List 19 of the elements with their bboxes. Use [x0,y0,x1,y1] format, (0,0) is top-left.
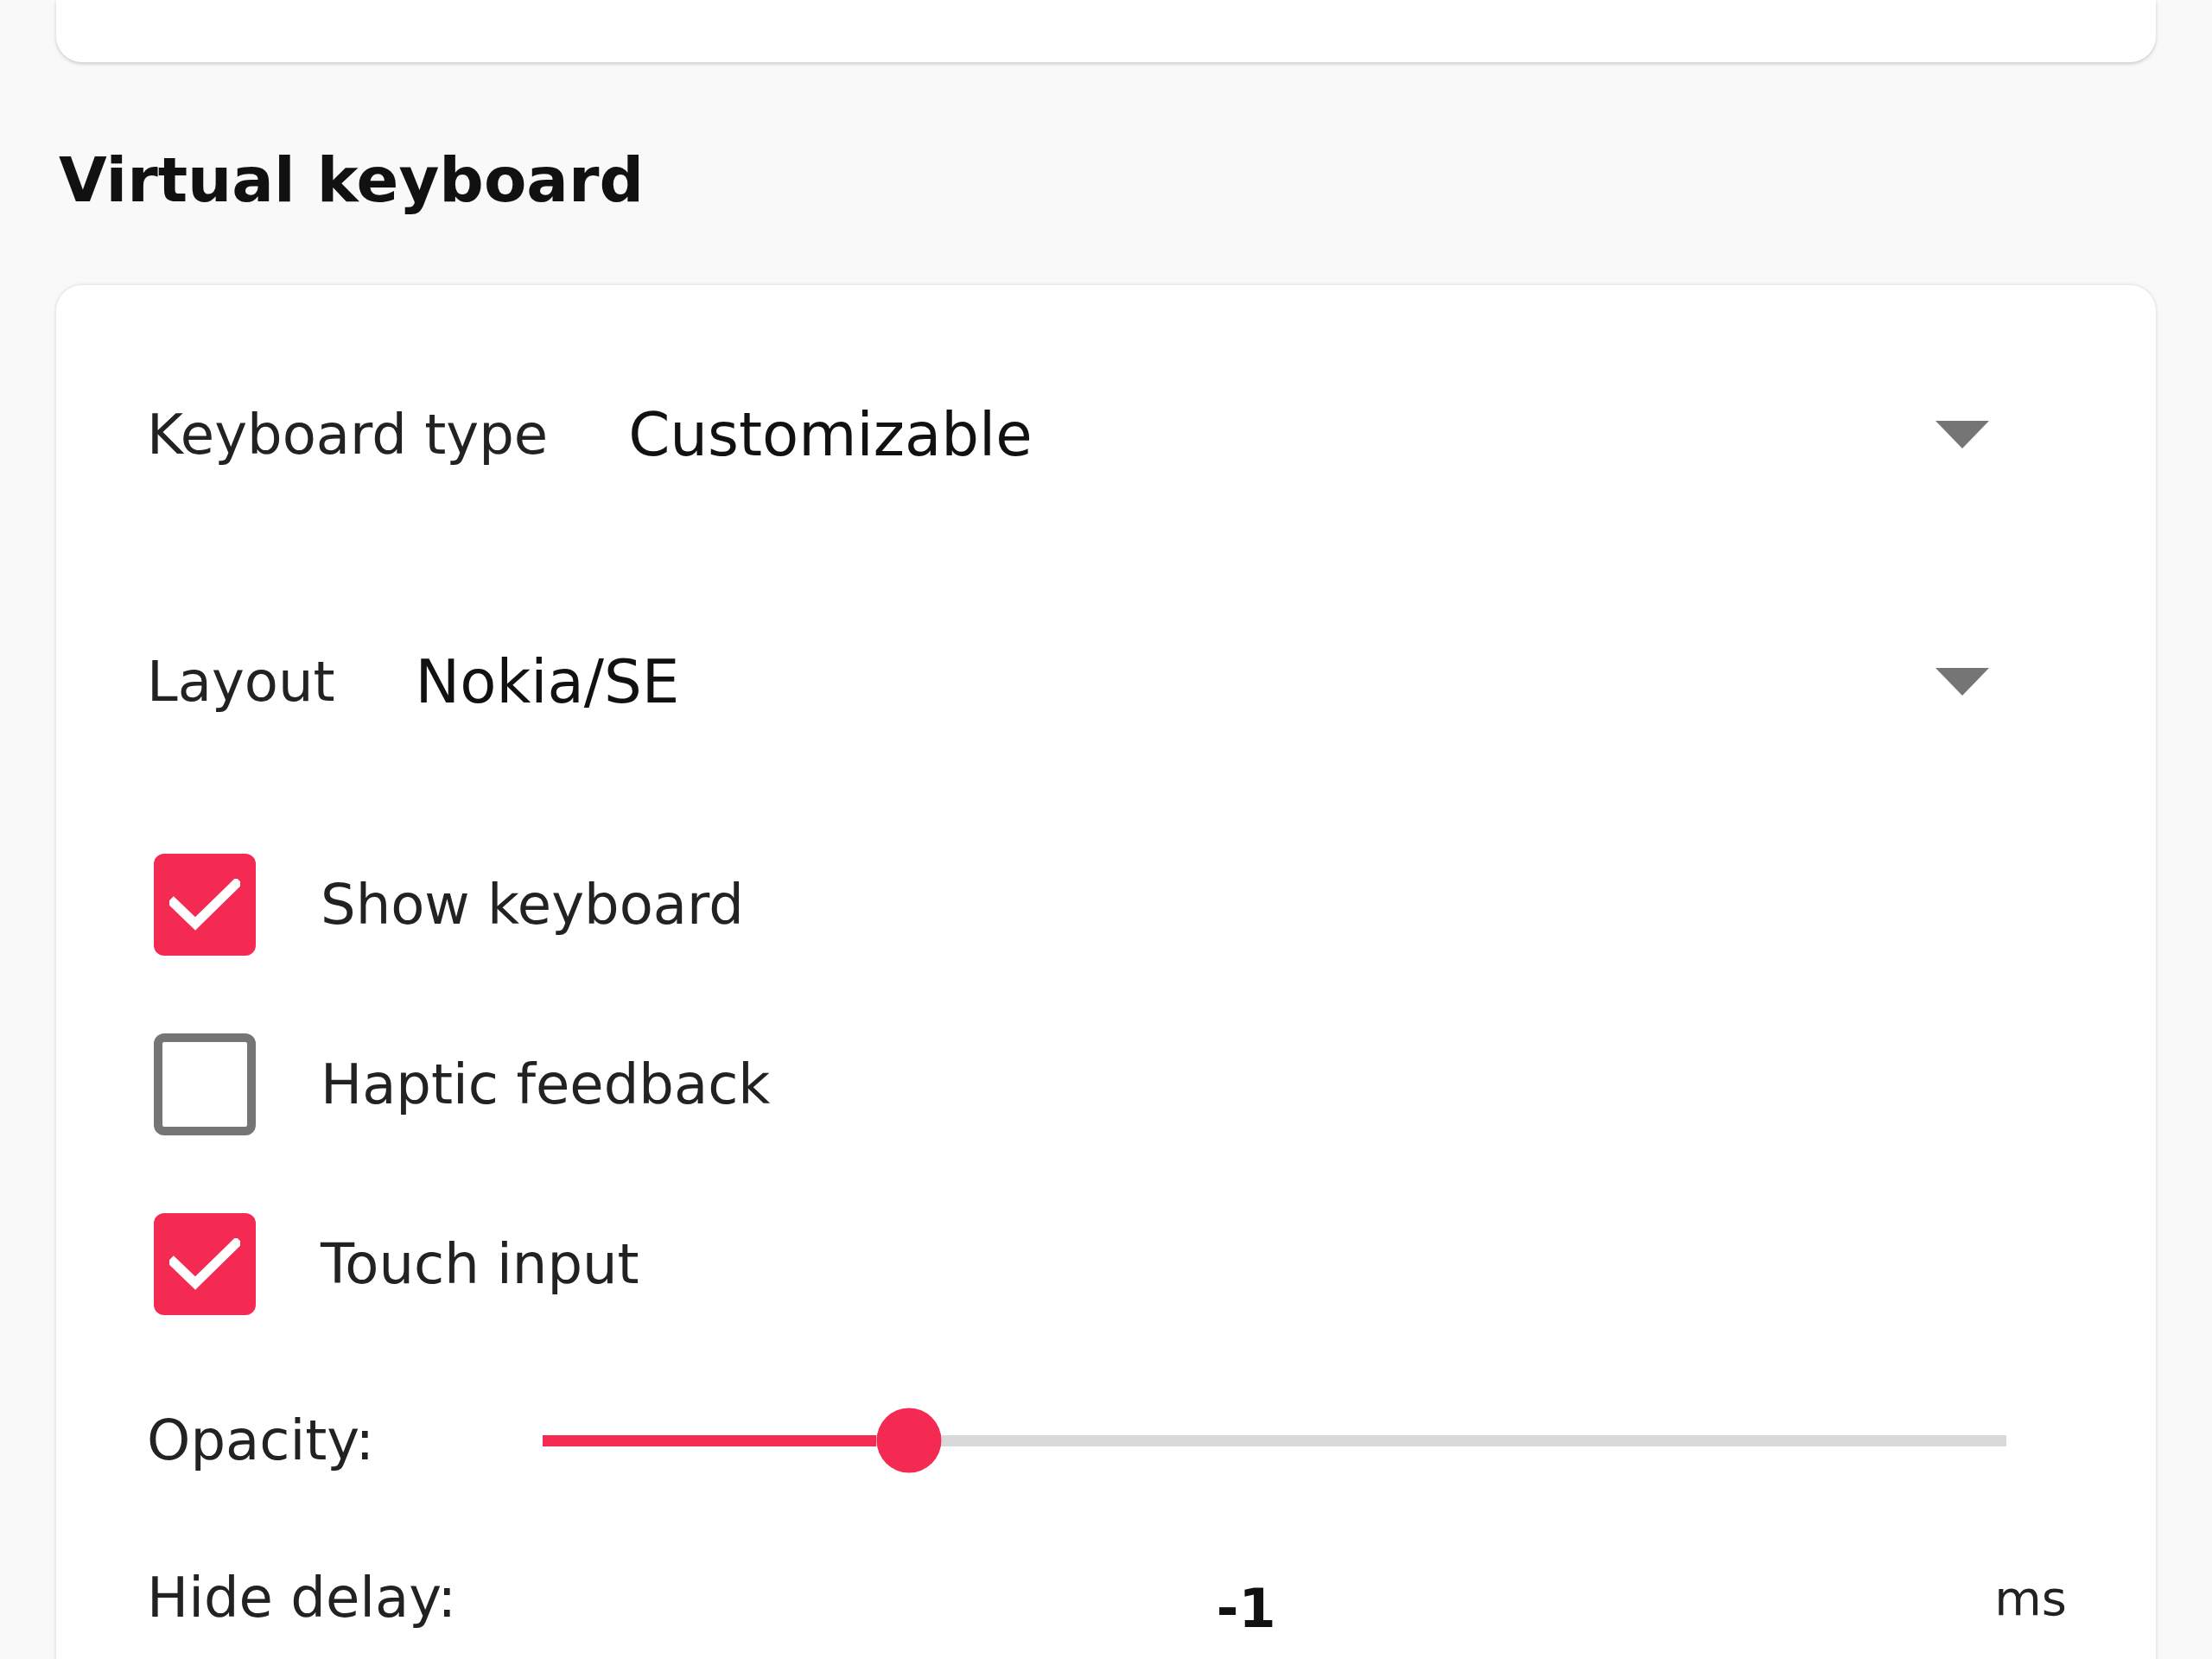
checkbox-label: Touch input [321,1232,639,1296]
unit-label: ms [1993,1569,2067,1626]
checkmark-icon [169,1238,240,1290]
dropdown-label: Keyboard type [147,403,549,467]
checkbox-label: Show keyboard [321,873,744,937]
caret-icon [1936,668,1989,696]
checkbox[interactable] [154,1033,256,1135]
slider-label: Opacity: [147,1408,376,1472]
checkmark-icon [169,879,240,931]
dropdown[interactable]: Nokia/SE [415,647,1989,716]
number-field[interactable]: -1 [543,1574,1950,1659]
checkbox[interactable] [154,1213,256,1315]
dropdown-label: Layout [147,650,335,714]
dropdown[interactable]: Customizable [628,400,1989,469]
checkbox[interactable] [154,854,256,956]
section-title: Virtual keyboard [59,143,644,218]
checkbox-label: Haptic feedback [321,1052,771,1116]
caret-icon [1936,421,1989,448]
field-label: Hide delay: [147,1566,458,1630]
